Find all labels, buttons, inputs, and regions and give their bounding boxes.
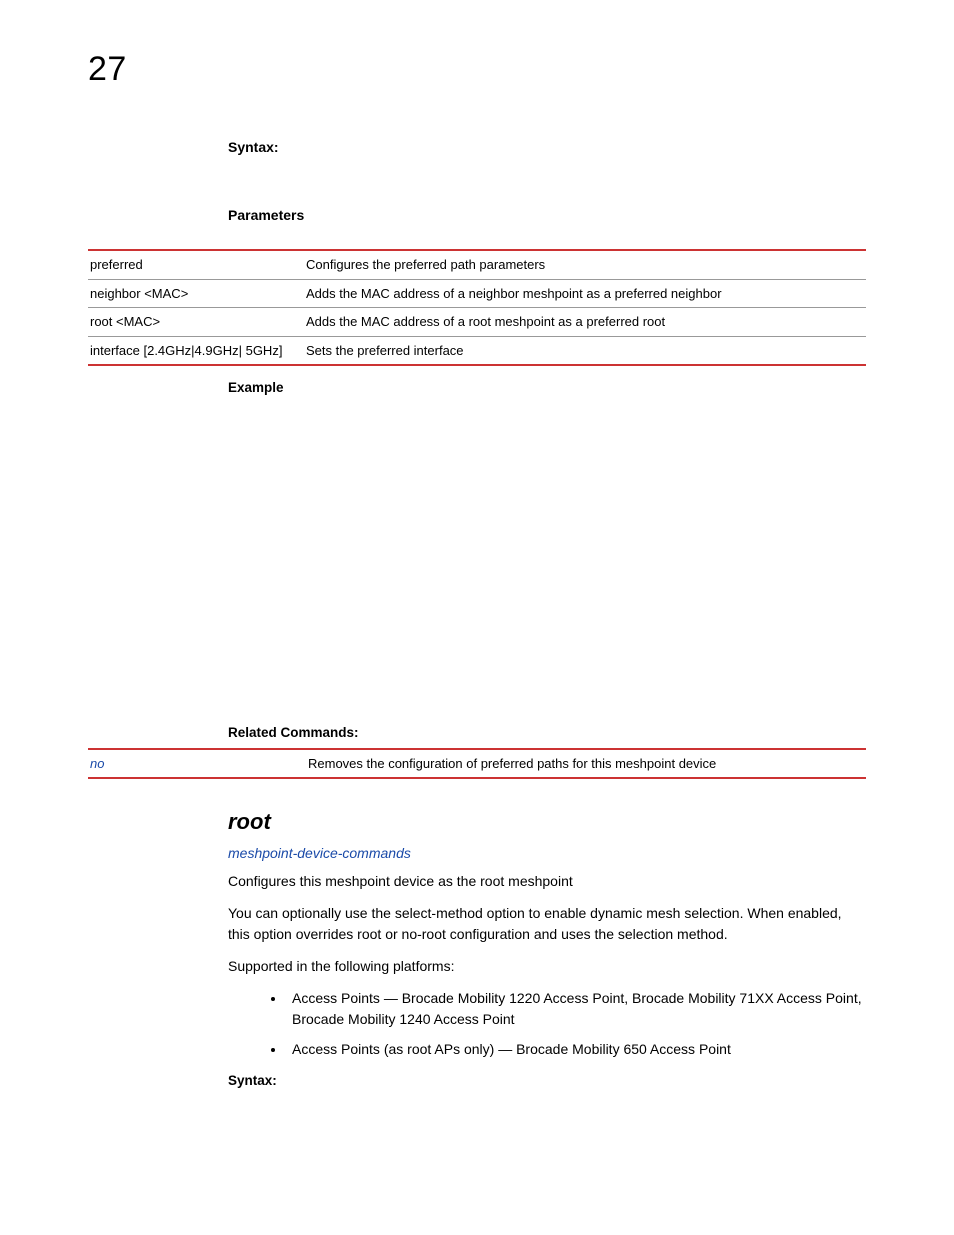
related-block: Related Commands: (228, 725, 866, 740)
parameters-table: preferred Configures the preferred path … (88, 249, 866, 366)
platform-list: Access Points — Brocade Mobility 1220 Ac… (228, 988, 866, 1059)
param-cell: neighbor <MAC> (88, 279, 306, 308)
table-row: no Removes the configuration of preferre… (88, 749, 866, 778)
chapter-number: 27 (88, 50, 866, 89)
spacer (88, 395, 866, 715)
root-section: root meshpoint-device-commands Configure… (228, 809, 866, 1088)
list-item: Access Points (as root APs only) — Broca… (286, 1039, 866, 1059)
desc-cell: Configures the preferred path parameters (306, 250, 866, 279)
param-cell: root <MAC> (88, 308, 306, 337)
meshpoint-link[interactable]: meshpoint-device-commands (228, 845, 866, 861)
root-section-title: root (228, 809, 866, 835)
syntax-heading: Syntax: (228, 139, 866, 155)
related-desc-cell: Removes the configuration of preferred p… (306, 749, 866, 778)
parameters-heading: Parameters (228, 207, 866, 223)
list-item: Access Points — Brocade Mobility 1220 Ac… (286, 988, 866, 1029)
syntax-heading: Syntax: (228, 1073, 866, 1088)
desc-cell: Adds the MAC address of a neighbor meshp… (306, 279, 866, 308)
body-text: Configures this meshpoint device as the … (228, 871, 866, 891)
example-heading: Example (228, 380, 866, 395)
param-cell: interface [2.4GHz|4.9GHz| 5GHz] (88, 336, 306, 365)
param-cell: preferred (88, 250, 306, 279)
related-cmd-cell: no (88, 749, 306, 778)
table-row: preferred Configures the preferred path … (88, 250, 866, 279)
table-row: neighbor <MAC> Adds the MAC address of a… (88, 279, 866, 308)
related-heading: Related Commands: (228, 725, 866, 740)
body-text: Supported in the following platforms: (228, 956, 866, 976)
table-row: interface [2.4GHz|4.9GHz| 5GHz] Sets the… (88, 336, 866, 365)
related-commands-table: no Removes the configuration of preferre… (88, 748, 866, 779)
syntax-block: Syntax: Parameters (228, 139, 866, 223)
body-text: You can optionally use the select-method… (228, 903, 866, 944)
table-row: root <MAC> Adds the MAC address of a roo… (88, 308, 866, 337)
desc-cell: Adds the MAC address of a root meshpoint… (306, 308, 866, 337)
no-command-link[interactable]: no (90, 756, 104, 771)
page: 27 Syntax: Parameters preferred Configur… (0, 0, 954, 1235)
desc-cell: Sets the preferred interface (306, 336, 866, 365)
